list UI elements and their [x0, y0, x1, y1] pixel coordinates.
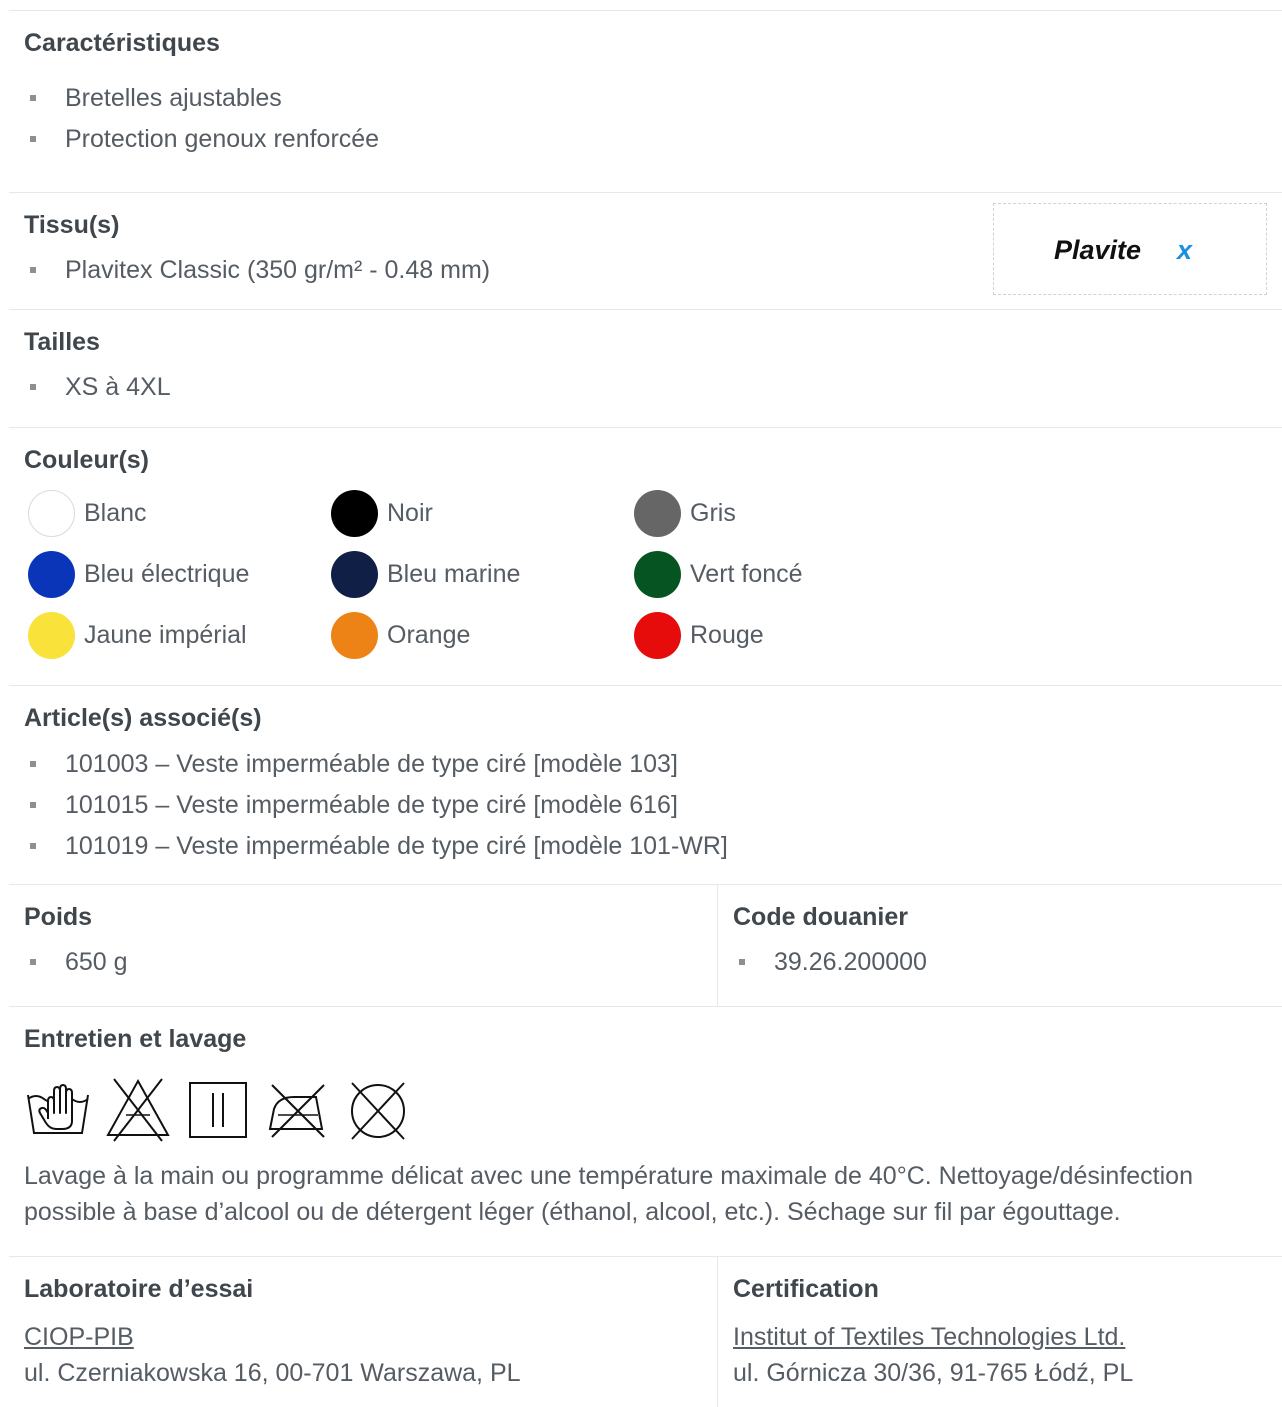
color-label: Bleu marine	[387, 560, 521, 588]
heading-poids: Poids	[24, 903, 93, 931]
heading-certification: Certification	[733, 1275, 879, 1303]
douanier-list: 39.26.200000	[737, 942, 927, 983]
swatch-vert-fonce	[634, 551, 681, 598]
swatch-bleu-electrique	[28, 551, 75, 598]
color-option: Bleu électrique	[28, 551, 249, 598]
list-item: 101019 – Veste imperméable de type ciré …	[28, 826, 728, 867]
color-label: Noir	[387, 499, 433, 527]
line-dry-icon	[189, 1082, 247, 1138]
swatch-gris	[634, 490, 681, 537]
caracteristiques-list: Bretelles ajustables Protection genoux r…	[28, 78, 379, 160]
section-tissus: Tissu(s) Plavitex Classic (350 gr/m² - 0…	[9, 192, 1282, 310]
plavitex-logo-mark: Plavite x	[1054, 235, 1193, 265]
articles-list: 101003 – Veste imperméable de type ciré …	[28, 744, 728, 867]
care-icons	[24, 1075, 412, 1143]
list-item: Protection genoux renforcée	[28, 119, 379, 160]
hand-wash-icon	[27, 1084, 89, 1134]
plavitex-logo: Plavite x	[993, 203, 1267, 295]
color-label: Blanc	[84, 499, 147, 527]
swatch-orange	[331, 612, 378, 659]
certification-link[interactable]: Institut of Textiles Technologies Ltd.	[733, 1323, 1125, 1352]
color-label: Orange	[387, 621, 471, 649]
column-divider	[717, 1257, 718, 1407]
list-item: XS à 4XL	[28, 367, 171, 408]
list-item: Bretelles ajustables	[28, 78, 379, 119]
color-option: Orange	[331, 612, 470, 659]
section-articles: Article(s) associé(s) 101003 – Veste imp…	[9, 685, 1282, 885]
column-divider	[717, 885, 718, 1007]
do-not-bleach-icon	[106, 1078, 170, 1142]
heading-laboratoire: Laboratoire d’essai	[24, 1275, 254, 1303]
poids-list: 650 g	[28, 942, 128, 983]
section-entretien: Entretien et lavage Lavage à la main ou …	[9, 1006, 1282, 1257]
section-caracteristiques: Caractéristiques Bretelles ajustables Pr…	[9, 10, 1282, 193]
list-item: 101015 – Veste imperméable de type ciré …	[28, 785, 728, 826]
section-couleurs: Couleur(s) Blanc Noir Gris Bleu électriq…	[9, 427, 1282, 686]
swatch-rouge	[634, 612, 681, 659]
color-label: Vert foncé	[690, 560, 803, 588]
section-tailles: Tailles XS à 4XL	[9, 309, 1282, 428]
swatch-bleu-marine	[331, 551, 378, 598]
laboratoire-link[interactable]: CIOP-PIB	[24, 1323, 134, 1352]
tissus-list: Plavitex Classic (350 gr/m² - 0.48 mm)	[28, 250, 490, 291]
do-not-iron-icon	[268, 1084, 325, 1138]
heading-couleurs: Couleur(s)	[24, 446, 149, 474]
section-labo-certif: Laboratoire d’essai CIOP-PIB ul. Czernia…	[9, 1256, 1282, 1407]
certification-address: ul. Górnicza 30/36, 91-765 Łódź, PL	[733, 1359, 1134, 1387]
color-label: Bleu électrique	[84, 560, 250, 588]
product-spec-page: Caractéristiques Bretelles ajustables Pr…	[0, 0, 1282, 1407]
swatch-blanc	[28, 490, 75, 537]
do-not-dry-clean-icon	[351, 1082, 405, 1140]
color-option: Gris	[634, 490, 736, 537]
care-instructions-text: Lavage à la main ou programme délicat av…	[24, 1162, 1193, 1226]
heading-code-douanier: Code douanier	[733, 903, 909, 931]
list-item: 101003 – Veste imperméable de type ciré …	[28, 744, 728, 785]
color-label: Jaune impérial	[84, 621, 247, 649]
list-item: 39.26.200000	[737, 942, 927, 983]
color-option: Blanc	[28, 490, 147, 537]
list-item: Plavitex Classic (350 gr/m² - 0.48 mm)	[28, 250, 490, 291]
color-option: Bleu marine	[331, 551, 520, 598]
swatch-jaune-imperial	[28, 612, 75, 659]
swatch-noir	[331, 490, 378, 537]
heading-tailles: Tailles	[24, 328, 100, 356]
heading-tissus: Tissu(s)	[24, 211, 120, 239]
color-label: Rouge	[690, 621, 764, 649]
laboratoire-address: ul. Czerniakowska 16, 00-701 Warszawa, P…	[24, 1359, 521, 1387]
heading-entretien: Entretien et lavage	[24, 1025, 247, 1053]
color-option: Jaune impérial	[28, 612, 247, 659]
color-option: Vert foncé	[634, 551, 803, 598]
logo-text-accent: x	[1175, 235, 1193, 265]
section-poids-douanier: Poids 650 g Code douanier 39.26.200000	[9, 884, 1282, 1007]
color-option: Rouge	[634, 612, 764, 659]
color-option: Noir	[331, 490, 433, 537]
logo-text-main: Plavite	[1054, 235, 1141, 265]
list-item: 650 g	[28, 942, 128, 983]
heading-articles: Article(s) associé(s)	[24, 704, 262, 732]
color-label: Gris	[690, 499, 736, 527]
heading-caracteristiques: Caractéristiques	[24, 29, 220, 57]
tailles-list: XS à 4XL	[28, 367, 171, 408]
